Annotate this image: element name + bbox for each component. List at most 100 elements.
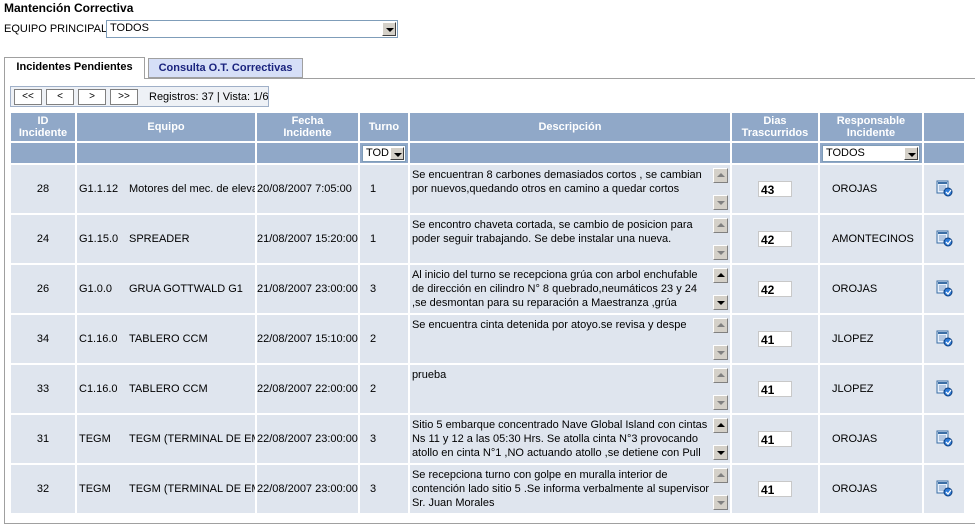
descripcion-textarea[interactable]: Se encuentran 8 carbones demasiados cort…: [410, 165, 730, 213]
cell-descripcion: Se encuentran 8 carbones demasiados cort…: [409, 165, 730, 213]
tab-consulta-ot-correctivas[interactable]: Consulta O.T. Correctivas: [148, 58, 303, 78]
chevron-down-icon[interactable]: [382, 22, 396, 36]
last-page-button[interactable]: >>: [110, 89, 138, 105]
scroll-up-icon[interactable]: [712, 168, 728, 183]
scroll-up-icon[interactable]: [712, 218, 728, 233]
descripcion-textarea[interactable]: prueba: [410, 365, 730, 413]
turno-filter-select[interactable]: TOD: [361, 145, 406, 162]
cell-id: 33: [11, 365, 75, 413]
scroll-up-icon[interactable]: [712, 368, 728, 383]
scroll-down-icon[interactable]: [712, 245, 728, 260]
col-fecha[interactable]: Fecha Incidente: [257, 113, 358, 141]
dias-field[interactable]: 41: [757, 381, 792, 397]
table-row[interactable]: 32 TEGM TEGM (TERMINAL DE EMB 22/08/2007 23…: [11, 465, 964, 513]
col-id[interactable]: ID Incidente: [11, 113, 75, 141]
scroll-down-icon[interactable]: [712, 345, 728, 360]
cell-turno: 2: [359, 365, 408, 413]
col-descripcion[interactable]: Descripción: [409, 113, 730, 141]
edit-record-icon[interactable]: [935, 329, 953, 347]
edit-record-icon[interactable]: [935, 479, 953, 497]
table-row[interactable]: 34 C1.16.0 TABLERO CCM 22/08/2007 15:10:00 2…: [11, 315, 964, 363]
cell-action: [923, 215, 964, 263]
descripcion-textarea[interactable]: Se encontro chaveta cortada, se cambio d…: [410, 215, 730, 263]
dias-field[interactable]: 41: [757, 331, 792, 347]
equipo-code: G1.15.0: [79, 233, 119, 245]
col-turno[interactable]: Turno: [359, 113, 408, 141]
col-id-line2: Incidente: [18, 127, 68, 139]
descripcion-scrollbar[interactable]: [712, 318, 728, 360]
descripcion-textarea[interactable]: Al inicio del turno se recepciona grúa c…: [410, 265, 730, 313]
table-row[interactable]: 33 C1.16.0 TABLERO CCM 22/08/2007 22:00:00 2…: [11, 365, 964, 413]
cell-responsable: OROJAS: [819, 415, 922, 463]
cell-action: [923, 265, 964, 313]
descripcion-scrollbar[interactable]: [712, 468, 728, 510]
equipo-name: GRUA GOTTWALD G1: [129, 283, 243, 295]
table-row[interactable]: 24 G1.15.0 SPREADER 21/08/2007 15:20:00 1 Se …: [11, 215, 964, 263]
scroll-down-icon[interactable]: [712, 495, 728, 510]
edit-record-icon[interactable]: [935, 379, 953, 397]
descripcion-scrollbar[interactable]: [712, 418, 728, 460]
equipo-code: C1.16.0: [79, 383, 118, 395]
cell-fecha: 22/08/2007 23:00:00: [257, 415, 358, 463]
scroll-down-icon[interactable]: [712, 295, 728, 310]
next-page-button[interactable]: >: [78, 89, 106, 105]
page-title: Mantención Correctiva: [4, 1, 134, 15]
table-row[interactable]: 28 G1.1.12 Motores del mec. de eleva 20/08/…: [11, 165, 964, 213]
cell-equipo: G1.0.0 GRUA GOTTWALD G1: [77, 265, 255, 313]
filter-cell: TOD: [359, 143, 408, 163]
cell-action: [923, 415, 964, 463]
chevron-down-icon[interactable]: [389, 147, 404, 160]
descripcion-scrollbar[interactable]: [712, 218, 728, 260]
equipo-name: TEGM (TERMINAL DE EMB: [129, 483, 255, 495]
equipo-name: TABLERO CCM: [129, 333, 208, 345]
dias-field[interactable]: 41: [757, 481, 792, 497]
prev-page-button[interactable]: <: [46, 89, 74, 105]
cell-equipo: G1.1.12 Motores del mec. de eleva: [77, 165, 255, 213]
cell-id: 32: [11, 465, 75, 513]
edit-record-icon[interactable]: [935, 429, 953, 447]
col-resp-line2: Incidente: [846, 127, 896, 139]
descripcion-textarea[interactable]: Sitio 5 embarque concentrado Nave Global…: [410, 415, 730, 463]
scroll-up-icon[interactable]: [712, 418, 728, 433]
scroll-up-icon[interactable]: [712, 268, 728, 283]
table-row[interactable]: 31 TEGM TEGM (TERMINAL DE EMB 22/08/2007 23…: [11, 415, 964, 463]
responsable-filter-select[interactable]: TODOS: [821, 145, 920, 162]
scroll-down-icon[interactable]: [712, 445, 728, 460]
scroll-up-icon[interactable]: [712, 468, 728, 483]
equipo-code: TEGM: [79, 433, 111, 445]
equipo-principal-select[interactable]: TODOS: [106, 20, 398, 38]
cell-dias: 41: [731, 415, 818, 463]
first-page-button[interactable]: <<: [14, 89, 42, 105]
descripcion-text: Se encuentra cinta detenida por atoyo.se…: [411, 319, 687, 331]
scroll-down-icon[interactable]: [712, 195, 728, 210]
dias-field[interactable]: 42: [757, 281, 792, 297]
dias-field[interactable]: 43: [757, 181, 792, 197]
cell-id: 24: [11, 215, 75, 263]
dias-field[interactable]: 42: [757, 231, 792, 247]
descripcion-text: Se recepciona turno con golpe en muralla…: [411, 469, 710, 509]
descripcion-textarea[interactable]: Se recepciona turno con golpe en muralla…: [410, 465, 730, 513]
cell-equipo: G1.15.0 SPREADER: [77, 215, 255, 263]
cell-fecha: 20/08/2007 7:05:00: [257, 165, 358, 213]
descripcion-scrollbar[interactable]: [712, 168, 728, 210]
cell-fecha: 21/08/2007 15:20:00: [257, 215, 358, 263]
table-row[interactable]: 26 G1.0.0 GRUA GOTTWALD G1 21/08/2007 23:00…: [11, 265, 964, 313]
scroll-up-icon[interactable]: [712, 318, 728, 333]
scroll-down-icon[interactable]: [712, 395, 728, 410]
edit-record-icon[interactable]: [935, 279, 953, 297]
descripcion-scrollbar[interactable]: [712, 368, 728, 410]
edit-record-icon[interactable]: [935, 229, 953, 247]
tab-incidentes-pendientes[interactable]: Incidentes Pendientes: [4, 57, 145, 79]
chevron-down-icon[interactable]: [903, 147, 918, 160]
equipo-code: C1.16.0: [79, 333, 118, 345]
col-responsable[interactable]: Responsable Incidente: [819, 113, 922, 141]
descripcion-scrollbar[interactable]: [712, 268, 728, 310]
col-equipo[interactable]: Equipo: [77, 113, 255, 141]
edit-record-icon[interactable]: [935, 179, 953, 197]
descripcion-textarea[interactable]: Se encuentra cinta detenida por atoyo.se…: [410, 315, 730, 363]
dias-field[interactable]: 41: [757, 431, 792, 447]
descripcion-text: Al inicio del turno se recepciona grúa c…: [411, 269, 698, 309]
col-dias[interactable]: Dias Trascurridos: [731, 113, 818, 141]
cell-fecha: 22/08/2007 22:00:00: [257, 365, 358, 413]
cell-equipo: TEGM TEGM (TERMINAL DE EMB: [77, 465, 255, 513]
